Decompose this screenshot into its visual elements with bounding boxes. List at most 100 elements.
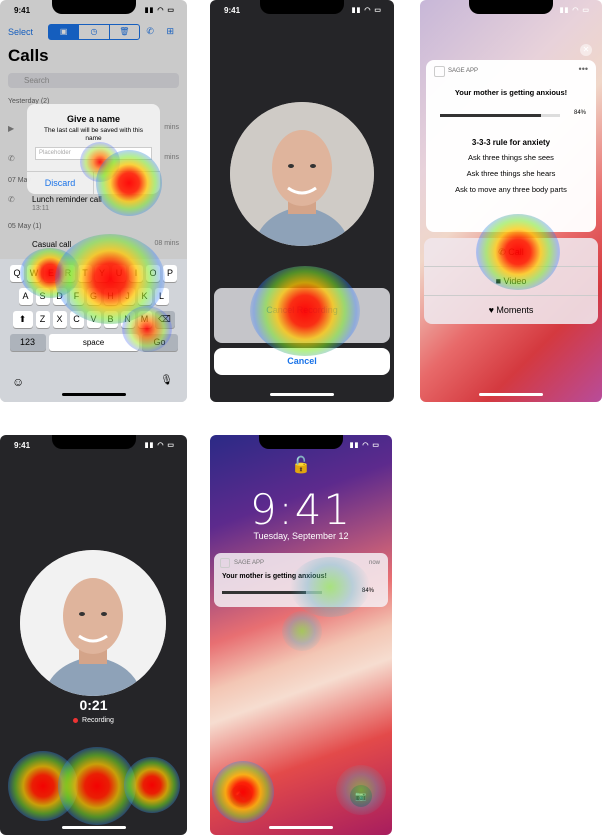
key-d[interactable]: D [52,288,67,305]
name-input[interactable]: Placeholder [35,147,152,160]
keyboard: QWERTYUIOP ASDFGHJKL ⬆ Z X C V B N M ⌫ 123 space… [0,259,187,402]
progress-label: 84% [573,110,586,116]
portrait-image [20,550,166,696]
name-alert: Give a name The last call will be saved … [27,104,160,194]
key-v[interactable]: V [86,311,101,328]
home-indicator[interactable] [269,826,333,829]
status-bar: ▮▮ ◠ ▭ [210,441,392,453]
key-g[interactable]: G [86,288,101,305]
progress-fill [440,114,541,117]
home-indicator[interactable] [61,393,126,396]
more-icon[interactable]: ••• [579,64,588,74]
action-label: Video [503,276,527,286]
status-bar: 9:41 ▮▮ ◠ ▭ [0,441,187,453]
rule-block: 3-3-3 rule for anxiety Ask three things … [426,138,596,201]
cancel-button[interactable]: Cancel [214,348,390,375]
close-icon[interactable]: ✕ [580,44,592,56]
key-s[interactable]: S [35,288,50,305]
record-dot-icon [73,717,79,723]
key-o[interactable]: O [146,265,160,282]
progress-bar [440,114,560,117]
notification-card[interactable]: SAGE APP now Your mother is getting anxi… [214,553,388,607]
recording-status-label: Recording [82,717,114,724]
signal-wifi-battery-icon: ▮▮ ◠ ▭ [144,442,175,449]
key-c[interactable]: C [69,311,84,328]
home-indicator[interactable] [270,393,334,396]
key-x[interactable]: X [52,311,67,328]
home-indicator[interactable] [61,826,126,829]
progress-fill [222,591,306,594]
go-key[interactable]: Go [141,334,178,351]
moments-action[interactable]: ♥ Moments [424,296,598,324]
key-k[interactable]: K [137,288,152,305]
phone-icon: ✆ [498,247,509,257]
rule-line: Ask three things she sees [468,153,554,162]
microphone-icon[interactable]: 🎙 [160,375,173,386]
status-bar: ▮▮ ◠ ▭ [420,6,602,18]
calls-screen: 9:41 ▮▮ ◠ ▭ Select ▣ ◷ 🗑 ✆ ⊞ Calls Searc… [0,0,187,402]
key-l[interactable]: L [154,288,169,305]
save-button[interactable] [94,172,160,194]
lock-screen: ▮▮ ◠ ▭ 🔓 9:41 Tuesday, September 12 SAGE… [210,435,392,835]
call-action[interactable]: ✆ Call [424,238,598,267]
key-f[interactable]: F [69,288,84,305]
key-p[interactable]: P [163,265,177,282]
cancel-recording-option[interactable]: Cancel Recording [214,288,390,315]
key-z[interactable]: Z [35,311,50,328]
action-label: Moments [496,305,534,315]
notification-card[interactable]: SAGE APP ••• Your mother is getting anxi… [426,60,596,232]
discard-button[interactable]: Discard [27,172,94,194]
key-u[interactable]: U [112,265,126,282]
notification-time: now [368,560,380,566]
space-key[interactable]: space [48,334,139,351]
key-t[interactable]: T [78,265,92,282]
home-indicator[interactable] [479,393,543,396]
rule-line: Ask to move any three body parts [455,185,567,194]
avatar [20,550,166,696]
app-icon [434,66,445,77]
key-h[interactable]: H [103,288,118,305]
action-label: Call [508,247,524,257]
app-icon [220,558,230,568]
rule-title: 3-3-3 rule for anxiety [471,138,551,147]
key-q[interactable]: Q [10,265,24,282]
key-a[interactable]: A [18,288,33,305]
avatar [230,102,374,246]
status-bar: 9:41 ▮▮ ◠ ▭ [210,6,394,18]
emoji-icon[interactable]: ☺ [12,375,24,389]
key-n[interactable]: N [120,311,135,328]
key-r[interactable]: R [61,265,75,282]
signal-wifi-battery-icon: ▮▮ ◠ ▭ [349,442,380,449]
alert-title: Give a name [66,114,121,124]
signal-wifi-battery-icon: ▮▮ ◠ ▭ [351,7,382,14]
progress-label: 84% [361,588,374,594]
status-time: 9:41 [14,6,31,15]
key-w[interactable]: W [27,265,41,282]
key-j[interactable]: J [120,288,135,305]
key-b[interactable]: B [103,311,118,328]
save-sheet-screen: 9:41 ▮▮ ◠ ▭ Cancel Recording Cancel [210,0,394,402]
status-time: 9:41 [224,6,241,15]
delete-key[interactable]: ⌫ [154,311,175,328]
notification-expanded-screen: ▮▮ ◠ ▭ ✕ SAGE APP ••• Your mother is get… [420,0,602,402]
camera-button[interactable]: 📷 [350,785,372,807]
heatmap-spot [58,747,136,825]
signal-wifi-battery-icon: ▮▮ ◠ ▭ [559,7,590,14]
lock-date: Tuesday, September 12 [253,531,349,541]
shift-key[interactable]: ⬆ [12,311,33,328]
heatmap-spot [8,751,78,821]
key-i[interactable]: I [129,265,143,282]
recording-screen: 9:41 ▮▮ ◠ ▭ 0:21 Recording [0,435,187,835]
key-y[interactable]: Y [95,265,109,282]
progress-bar [222,591,322,594]
key-m[interactable]: M [137,311,152,328]
flashlight-button[interactable]: 🔦 [230,785,252,807]
action-sheet: Cancel Recording [214,288,390,343]
notification-actions: ✆ Call ■ Video ♥ Moments [424,238,598,324]
key-e[interactable]: E [44,265,58,282]
recording-timer: 0:21 [79,697,108,713]
video-action[interactable]: ■ Video [424,267,598,296]
recording-status: Recording [0,717,187,724]
video-icon: ■ [495,276,504,286]
numbers-key[interactable]: 123 [9,334,46,351]
